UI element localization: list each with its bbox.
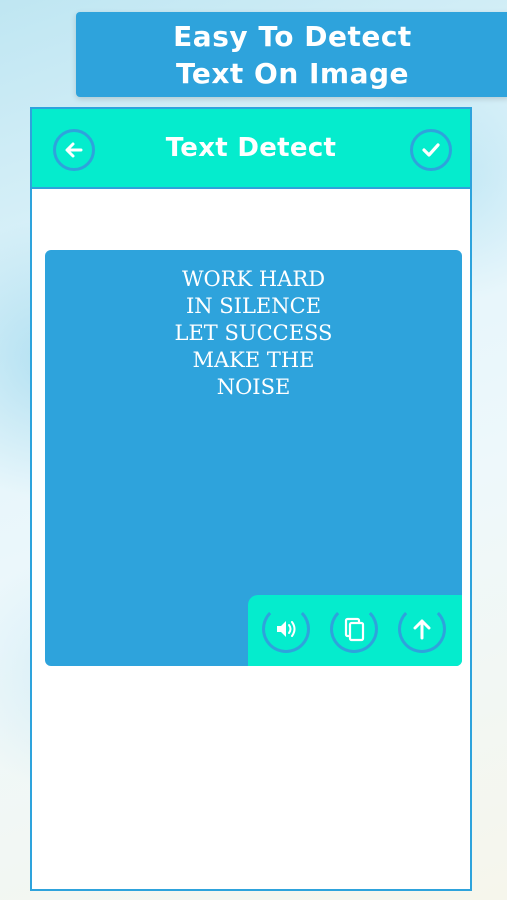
- copy-icon: [344, 617, 365, 642]
- detected-text-line: WORK HARD: [181, 267, 326, 291]
- banner-line-2: Text On Image: [175, 56, 410, 90]
- speak-button[interactable]: [262, 605, 310, 653]
- confirm-button[interactable]: [410, 129, 452, 171]
- speaker-icon: [277, 621, 296, 637]
- copy-button[interactable]: [330, 605, 378, 653]
- checkmark-icon: [422, 143, 440, 157]
- detected-text-line: MAKE THE: [192, 348, 315, 372]
- action-tray: [248, 595, 462, 666]
- banner-line-1: Easy To Detect: [173, 19, 412, 53]
- detected-text-line: NOISE: [216, 375, 291, 399]
- detected-text[interactable]: WORK HARD IN SILENCE LET SUCCESS MAKE TH…: [45, 266, 462, 401]
- app-toolbar: Text Detect: [32, 109, 470, 189]
- upload-arrow-icon: [413, 619, 431, 640]
- detected-text-card: WORK HARD IN SILENCE LET SUCCESS MAKE TH…: [45, 250, 462, 666]
- promo-banner: Easy To Detect Text On Image: [76, 12, 507, 97]
- share-button[interactable]: [398, 605, 446, 653]
- detected-text-line: LET SUCCESS: [174, 321, 333, 345]
- detected-text-line: IN SILENCE: [185, 294, 322, 318]
- toolbar-title: Text Detect: [165, 133, 337, 163]
- app-screen: Text Detect WORK HARD IN SILENCE LET SUC…: [30, 107, 472, 891]
